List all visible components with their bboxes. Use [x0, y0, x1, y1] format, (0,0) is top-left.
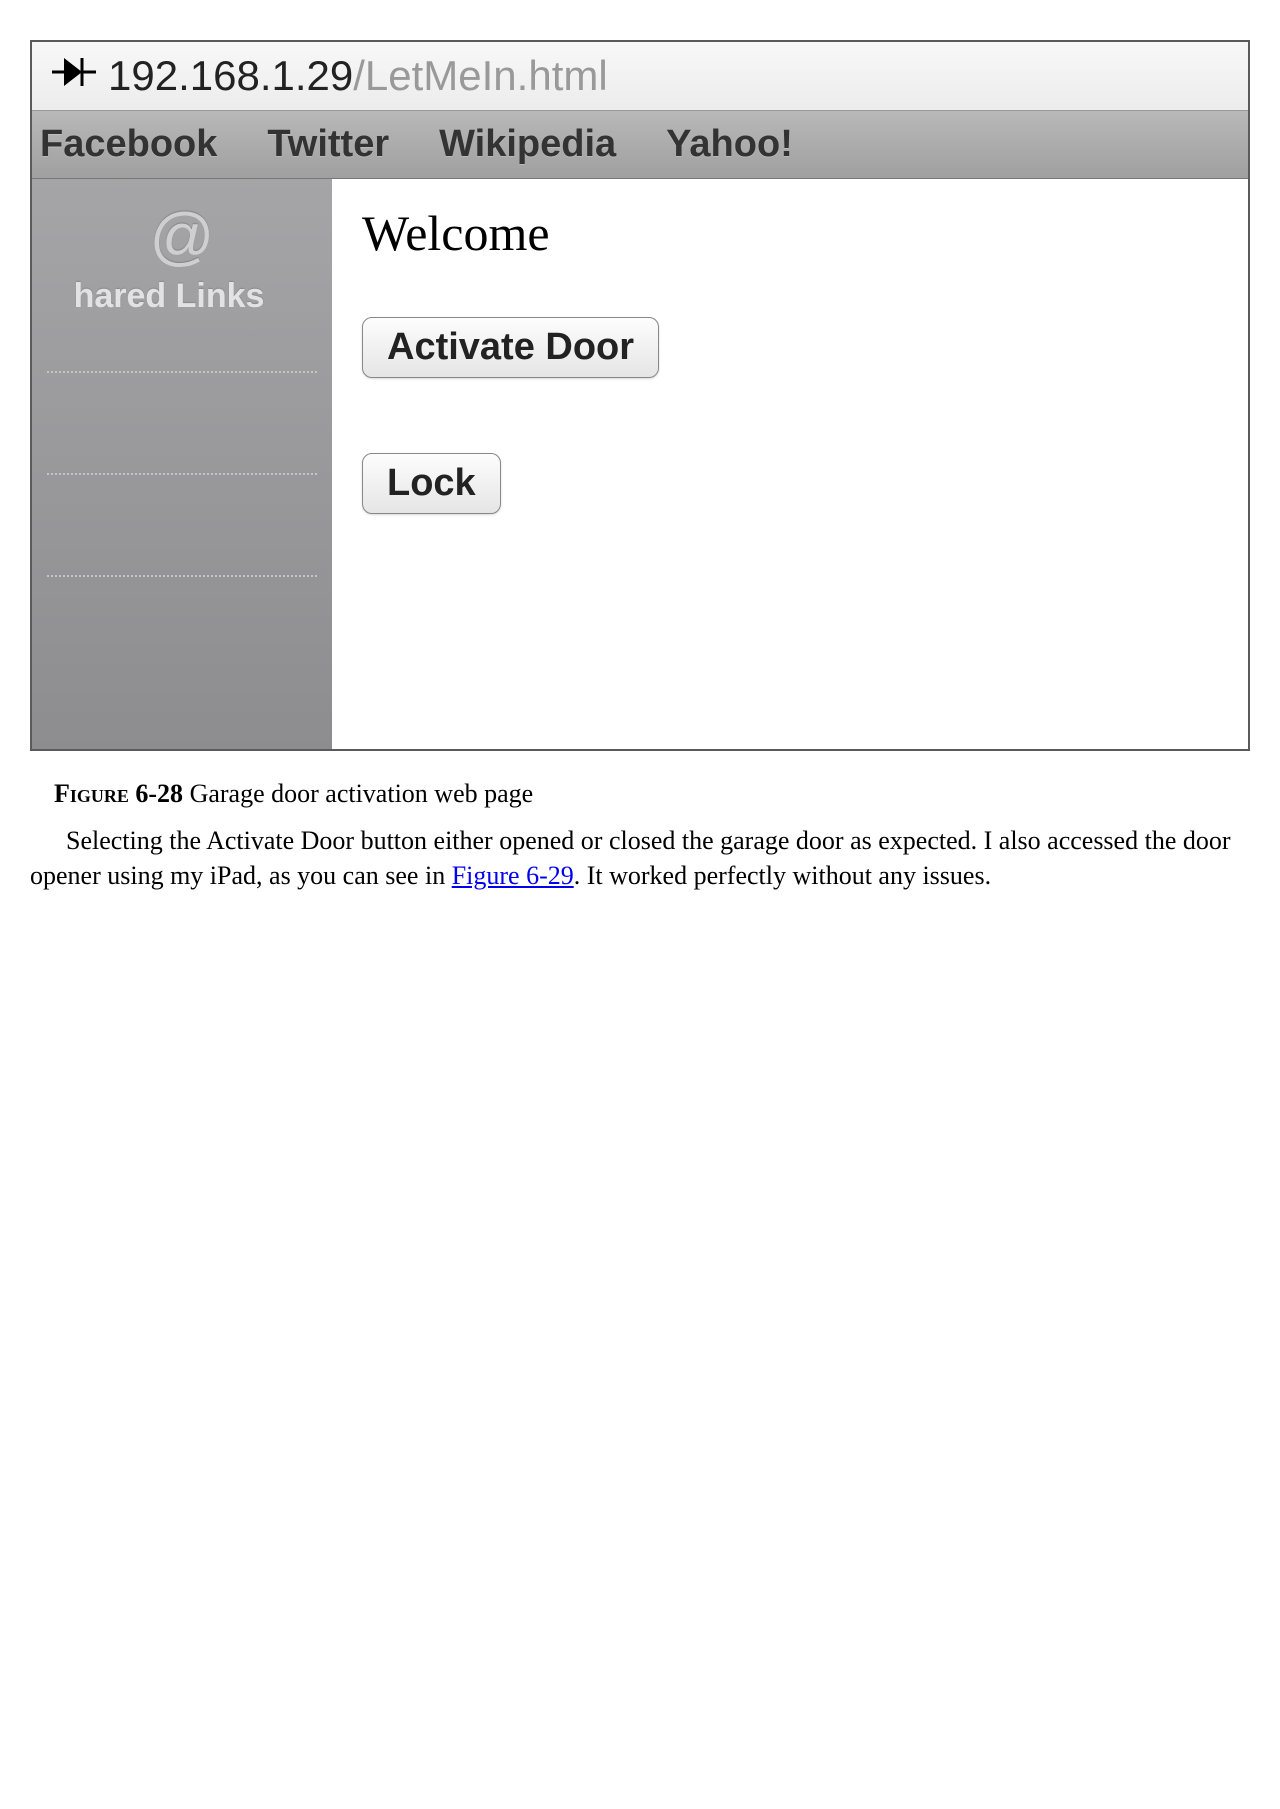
lock-button[interactable]: Lock: [362, 453, 501, 514]
url-display[interactable]: 192.168.1.29/LetMeIn.html: [108, 52, 608, 100]
figure-6-29-link[interactable]: Figure 6-29: [452, 861, 574, 890]
bookmark-twitter[interactable]: Twitter: [267, 123, 389, 166]
figure-caption-text: Garage door activation web page: [183, 779, 533, 808]
url-host: 192.168.1.29: [108, 52, 353, 99]
page-title: Welcome: [362, 204, 1218, 262]
sidebar-separator: [47, 473, 317, 475]
url-path: /LetMeIn.html: [353, 52, 607, 99]
address-bar: 192.168.1.29/LetMeIn.html: [32, 42, 1248, 111]
bookmark-yahoo[interactable]: Yahoo!: [666, 123, 793, 166]
figure-label: Figure 6-28: [54, 779, 183, 808]
sidebar-separator: [47, 575, 317, 577]
bookmark-wikipedia[interactable]: Wikipedia: [439, 123, 616, 166]
bookmark-facebook[interactable]: Facebook: [40, 123, 217, 166]
content-area: @ hared Links Welcome Activate Door Lock: [32, 179, 1248, 749]
sidebar: @ hared Links: [32, 179, 332, 749]
sidebar-shared-links-label[interactable]: hared Links: [6, 277, 332, 316]
figure-caption: Figure 6-28 Garage door activation web p…: [30, 779, 1250, 809]
main-content: Welcome Activate Door Lock: [332, 179, 1248, 749]
paragraph-text-2: . It worked perfectly without any issues…: [574, 861, 991, 890]
bookmarks-bar: Facebook Twitter Wikipedia Yahoo!: [32, 111, 1248, 179]
body-paragraph: Selecting the Activate Door button eithe…: [30, 823, 1250, 893]
at-sign-icon: @: [32, 199, 332, 273]
browser-frame: 192.168.1.29/LetMeIn.html Facebook Twitt…: [30, 40, 1250, 751]
activate-door-button[interactable]: Activate Door: [362, 317, 659, 378]
sidebar-separator: [47, 371, 317, 373]
diode-icon: [52, 52, 96, 100]
